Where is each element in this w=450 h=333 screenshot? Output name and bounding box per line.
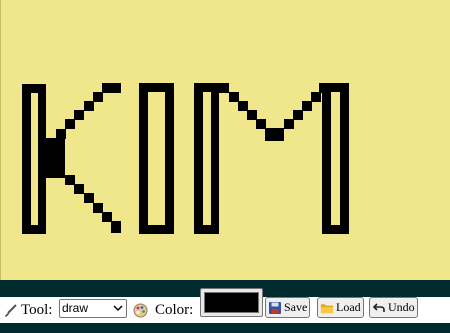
drawing-canvas[interactable] xyxy=(0,0,450,280)
undo-arrow-icon xyxy=(372,301,386,315)
color-label: Color: xyxy=(155,302,194,318)
tool-select[interactable]: draw xyxy=(59,299,127,318)
pixel-drawing xyxy=(22,83,349,234)
save-label: Save xyxy=(284,300,308,314)
letter-m xyxy=(194,83,349,234)
color-picker[interactable] xyxy=(200,288,263,317)
letter-k xyxy=(22,83,121,234)
floppy-disk-icon xyxy=(268,301,282,315)
color-swatch xyxy=(204,292,259,313)
tools-row: Tool: draw Color: Save Load Undo xyxy=(0,288,450,323)
save-button[interactable]: Save xyxy=(265,297,311,318)
bottom-toolbar: Tool: draw Color: Save Load Undo xyxy=(0,280,450,333)
load-label: Load xyxy=(336,300,361,314)
folder-icon xyxy=(320,301,334,315)
palette-icon xyxy=(133,303,148,318)
tool-select-value: draw xyxy=(62,301,89,315)
undo-label: Undo xyxy=(388,300,415,314)
paintbrush-icon xyxy=(3,303,18,318)
paint-app: Tool: draw Color: Save Load Undo xyxy=(0,0,450,333)
tool-label: Tool: xyxy=(21,302,53,318)
undo-button[interactable]: Undo xyxy=(369,297,418,318)
letter-i xyxy=(139,83,174,234)
load-button[interactable]: Load xyxy=(317,297,364,318)
chevron-down-icon xyxy=(113,301,123,316)
